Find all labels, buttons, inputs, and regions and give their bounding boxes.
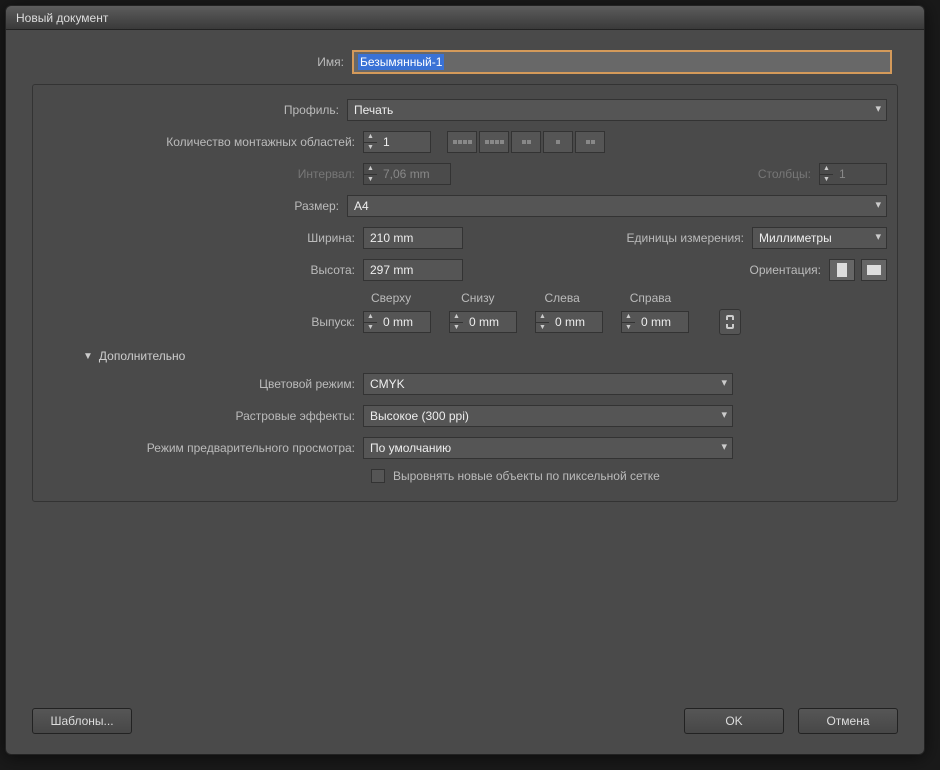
down-arrow-icon[interactable]: ▼ (364, 143, 377, 153)
orientation-label: Ориентация: (750, 263, 821, 277)
profile-select[interactable]: Печать (347, 99, 887, 121)
artboards-stepper[interactable]: ▲▼ (363, 131, 431, 153)
col-icon[interactable] (543, 131, 573, 153)
window-title: Новый документ (16, 11, 108, 25)
name-input[interactable]: Безымянный-1 (352, 50, 892, 74)
units-select[interactable]: Миллиметры (752, 227, 887, 249)
raster-select[interactable]: Высокое (300 ppi) (363, 405, 733, 427)
row-icon[interactable] (511, 131, 541, 153)
bleed-label: Выпуск: (43, 315, 363, 329)
name-value: Безымянный-1 (358, 54, 444, 70)
titlebar[interactable]: Новый документ (6, 6, 924, 30)
profile-label: Профиль: (43, 103, 347, 117)
height-label: Высота: (43, 263, 363, 277)
artboard-arrangement (447, 131, 605, 153)
artboards-input[interactable] (377, 131, 431, 153)
align-grid-checkbox[interactable] (371, 469, 385, 483)
bleed-right-input[interactable] (635, 311, 689, 333)
bleed-left-label: Слева (545, 291, 580, 305)
bleed-bottom-label: Снизу (461, 291, 494, 305)
bleed-top-stepper[interactable]: ▲▼ (363, 311, 431, 333)
width-input[interactable] (363, 227, 463, 249)
color-mode-select[interactable]: CMYK (363, 373, 733, 395)
bleed-left-input[interactable] (549, 311, 603, 333)
advanced-label: Дополнительно (99, 349, 185, 363)
name-label: Имя: (32, 55, 352, 69)
spacing-stepper: ▲▼ (363, 163, 451, 185)
templates-button[interactable]: Шаблоны... (32, 708, 132, 734)
advanced-toggle[interactable]: ▼ Дополнительно (83, 349, 887, 363)
spacing-label: Интервал: (43, 167, 363, 181)
columns-stepper: ▲▼ (819, 163, 887, 185)
link-bleed-icon[interactable] (719, 309, 741, 335)
button-bar: Шаблоны... OK Отмена (32, 708, 898, 734)
height-input[interactable] (363, 259, 463, 281)
units-label: Единицы измерения: (626, 231, 744, 245)
width-label: Ширина: (43, 231, 363, 245)
color-mode-label: Цветовой режим: (43, 377, 363, 391)
ok-button[interactable]: OK (684, 708, 784, 734)
chevron-down-icon: ▼ (83, 351, 93, 362)
bleed-bottom-stepper[interactable]: ▲▼ (449, 311, 517, 333)
dialog-content: Имя: Безымянный-1 Профиль: Печать Количе… (6, 30, 924, 522)
bleed-top-label: Сверху (371, 291, 411, 305)
bleed-bottom-input[interactable] (463, 311, 517, 333)
columns-input (833, 163, 887, 185)
bleed-right-stepper[interactable]: ▲▼ (621, 311, 689, 333)
bleed-right-label: Справа (630, 291, 671, 305)
cancel-button[interactable]: Отмена (798, 708, 898, 734)
spacing-input (377, 163, 451, 185)
grid-by-row-icon[interactable] (447, 131, 477, 153)
size-select[interactable]: A4 (347, 195, 887, 217)
size-label: Размер: (43, 199, 347, 213)
grid-by-col-icon[interactable] (479, 131, 509, 153)
preview-label: Режим предварительного просмотра: (43, 441, 363, 455)
new-document-dialog: Новый документ Имя: Безымянный-1 Профиль… (5, 5, 925, 755)
rtl-icon[interactable] (575, 131, 605, 153)
preview-select[interactable]: По умолчанию (363, 437, 733, 459)
orientation-landscape-icon[interactable] (861, 259, 887, 281)
bleed-top-input[interactable] (377, 311, 431, 333)
raster-label: Растровые эффекты: (43, 409, 363, 423)
up-arrow-icon[interactable]: ▲ (364, 132, 377, 143)
document-settings: Профиль: Печать Количество монтажных обл… (32, 84, 898, 502)
artboards-label: Количество монтажных областей: (43, 135, 363, 149)
columns-label: Столбцы: (758, 167, 811, 181)
align-grid-label: Выровнять новые объекты по пиксельной се… (393, 469, 660, 483)
bleed-left-stepper[interactable]: ▲▼ (535, 311, 603, 333)
orientation-portrait-icon[interactable] (829, 259, 855, 281)
